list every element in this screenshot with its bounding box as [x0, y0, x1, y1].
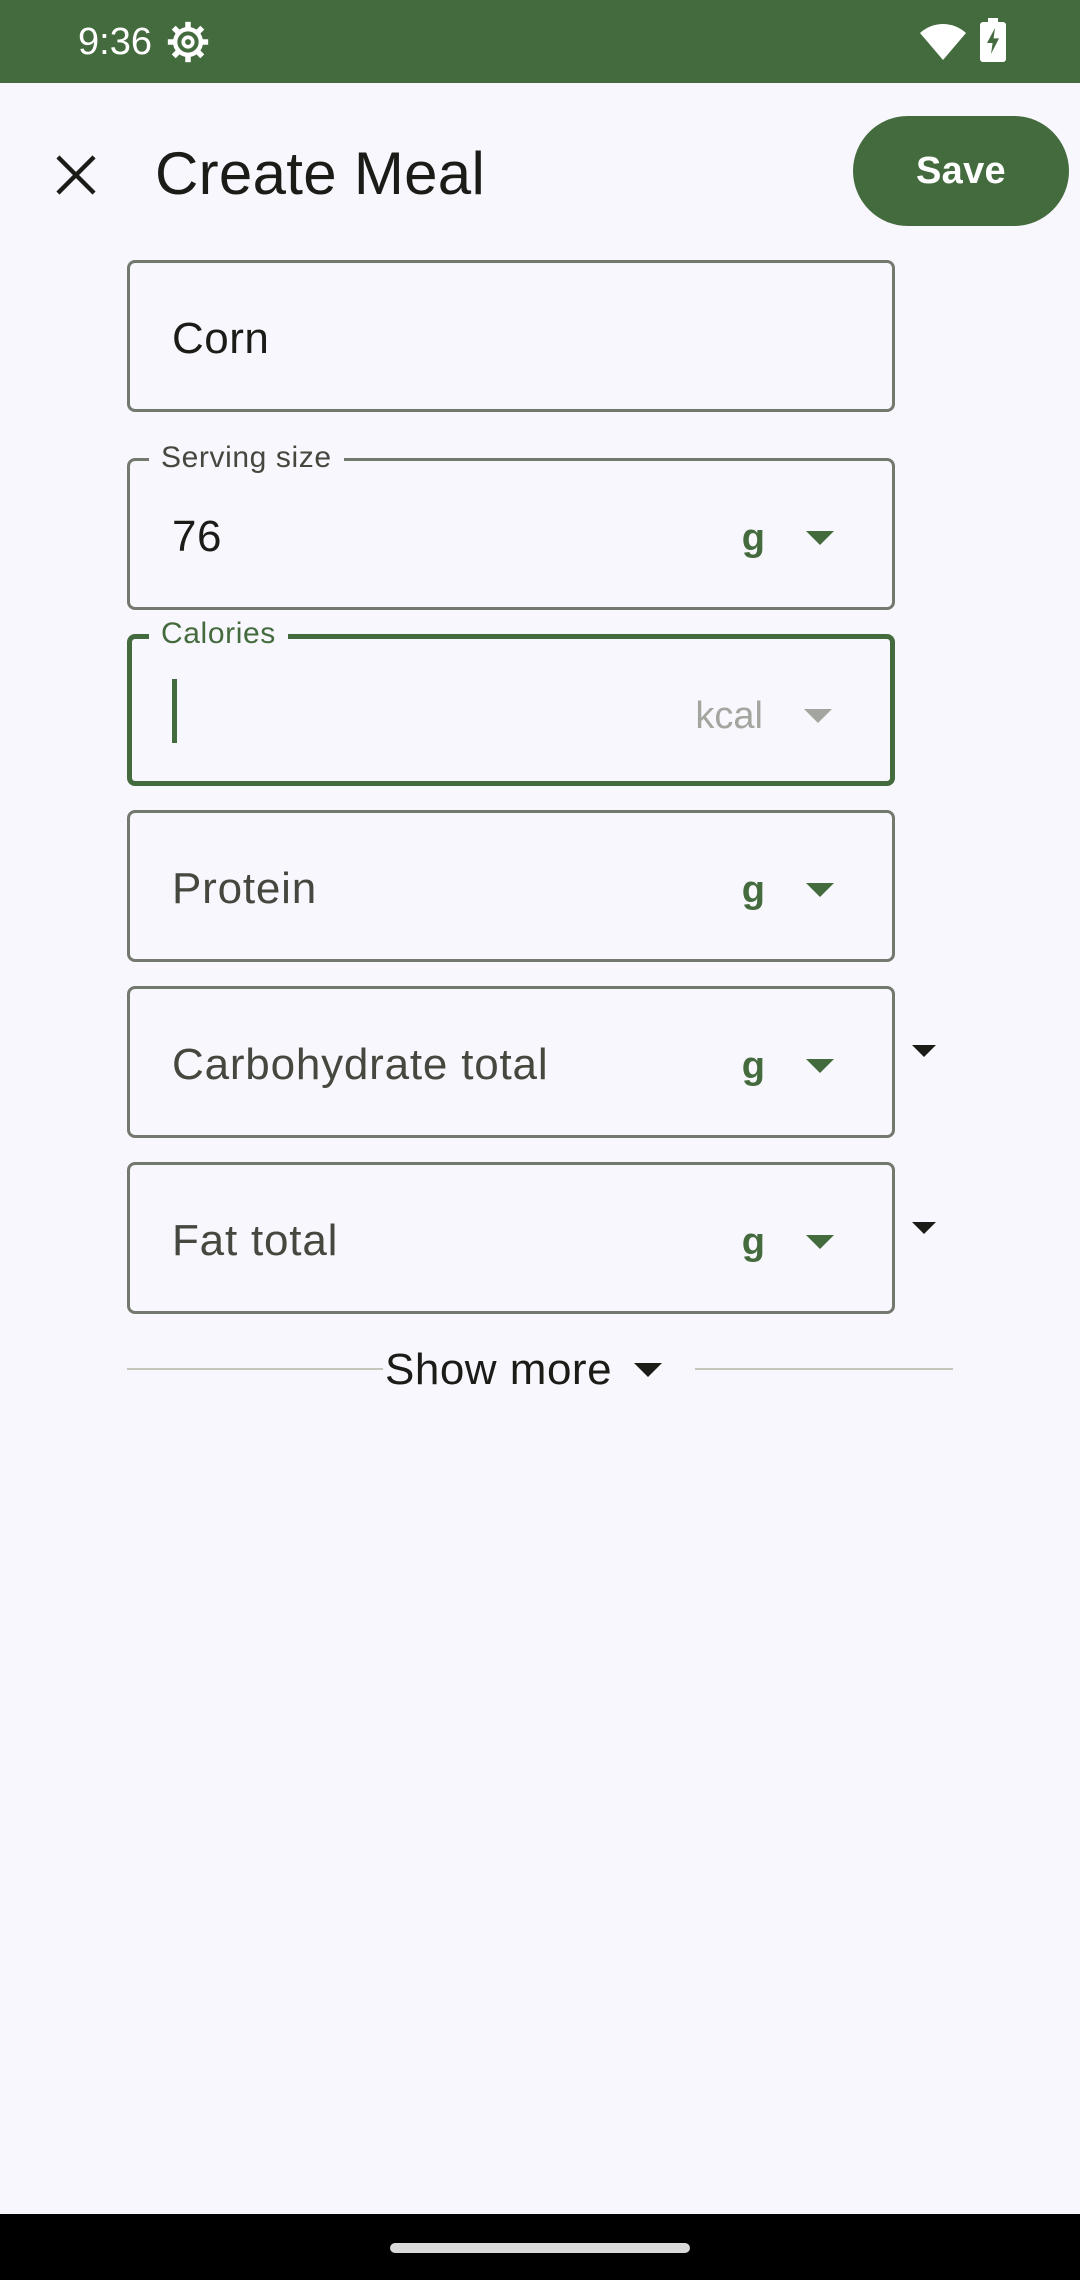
fat-expand-icon[interactable] [912, 1222, 936, 1234]
navigation-bar [0, 2214, 1080, 2280]
calories-unit[interactable]: kcal [695, 693, 763, 739]
carbohydrate-placeholder: Carbohydrate total [172, 1040, 549, 1089]
chevron-down-icon [634, 1363, 663, 1377]
show-more-button[interactable]: Show more [385, 1344, 663, 1396]
carbohydrate-unit[interactable]: g [742, 1043, 765, 1089]
serving-size-field[interactable]: Serving size 76 g [127, 441, 895, 610]
save-button[interactable]: Save [853, 116, 1069, 226]
carbohydrate-field[interactable]: Carbohydrate total g [127, 986, 895, 1138]
close-button[interactable] [36, 135, 116, 215]
calories-unit-dropdown-icon[interactable] [804, 709, 832, 723]
calories-field[interactable]: Calories kcal [127, 617, 895, 786]
serving-size-unit-dropdown-icon[interactable] [806, 531, 834, 545]
fat-field[interactable]: Fat total g [127, 1162, 895, 1314]
calories-label: Calories [149, 617, 288, 651]
divider-left [127, 1368, 383, 1370]
wifi-icon [920, 24, 966, 60]
status-bar: 9:36 [0, 0, 1080, 83]
settings-gear-icon [167, 21, 209, 63]
show-more-label: Show more [385, 1345, 613, 1394]
protein-unit-dropdown-icon[interactable] [806, 883, 834, 897]
meal-name-value: Corn [172, 314, 270, 363]
status-time: 9:36 [78, 21, 152, 63]
serving-size-unit[interactable]: g [742, 515, 765, 561]
protein-unit[interactable]: g [742, 867, 765, 913]
page-title: Create Meal [155, 140, 486, 207]
carbohydrate-unit-dropdown-icon[interactable] [806, 1059, 834, 1073]
meal-name-field[interactable]: Corn [127, 260, 895, 412]
text-cursor [172, 679, 177, 743]
divider-right [695, 1368, 953, 1370]
protein-field[interactable]: Protein g [127, 810, 895, 962]
fat-unit[interactable]: g [742, 1219, 765, 1265]
close-icon [56, 155, 96, 195]
carbohydrate-expand-icon[interactable] [912, 1045, 936, 1057]
serving-size-value: 76 [172, 512, 222, 561]
protein-placeholder: Protein [172, 864, 318, 913]
serving-size-label: Serving size [149, 441, 344, 475]
fat-unit-dropdown-icon[interactable] [806, 1235, 834, 1249]
fat-placeholder: Fat total [172, 1216, 339, 1265]
home-gesture-handle[interactable] [390, 2243, 690, 2253]
screen: 9:36 Create Meal Save Corn Serving size … [0, 0, 1080, 2280]
battery-charging-icon [980, 18, 1006, 62]
